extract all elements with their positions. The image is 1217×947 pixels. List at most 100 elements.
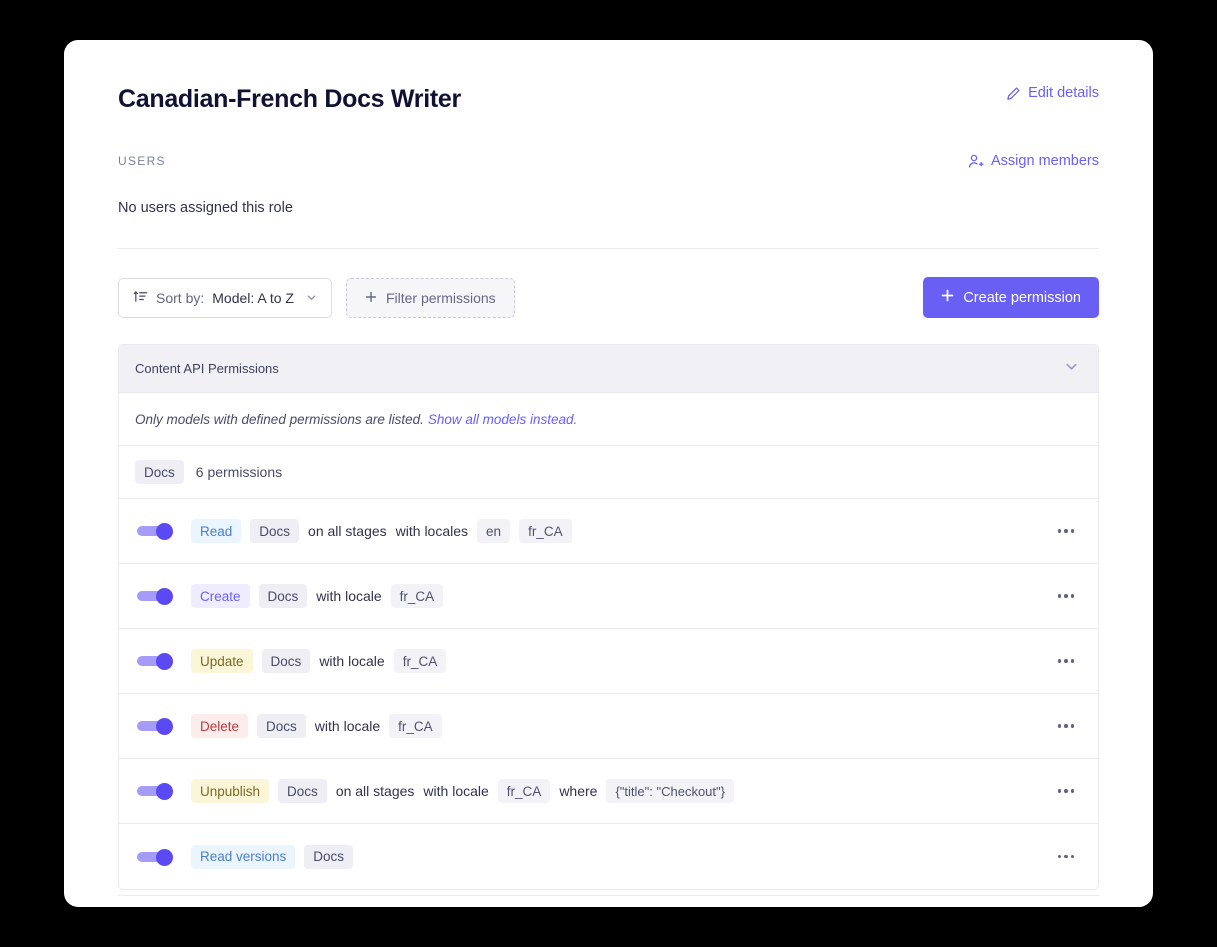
permission-connector-text: with locale — [423, 783, 489, 799]
card-content: Canadian-French Docs Writer Edit details… — [64, 40, 1153, 896]
permission-connector-text: where — [559, 783, 598, 799]
section-divider — [118, 248, 1099, 249]
row-menu-icon[interactable] — [1050, 841, 1082, 873]
permission-toggle[interactable] — [137, 523, 173, 540]
permission-toggle-cell — [119, 848, 191, 866]
role-detail-card: Canadian-French Docs Writer Edit details… — [64, 40, 1153, 907]
plus-icon — [365, 290, 377, 306]
permission-value-badge: fr_CA — [389, 714, 442, 738]
permissions-panel-title: Content API Permissions — [135, 361, 279, 376]
toggle-knob — [156, 783, 173, 800]
edit-details-label: Edit details — [1028, 85, 1099, 101]
create-permission-label: Create permission — [963, 289, 1081, 306]
permission-row: Update Docs with locale fr_CA — [119, 629, 1098, 694]
permission-connector-text: with locale — [316, 588, 382, 604]
permission-connector-text: with locale — [319, 653, 385, 669]
row-menu-icon[interactable] — [1050, 710, 1082, 742]
permission-description: Unpublish Docs on all stages with locale fr_… — [191, 779, 1050, 803]
assign-members-label: Assign members — [991, 153, 1099, 169]
assign-members-button[interactable]: Assign members — [968, 152, 1099, 170]
sort-by-prefix: Sort by: — [156, 289, 205, 306]
permission-row: Read versions Docs — [119, 824, 1098, 889]
permission-value-badge: en — [477, 519, 511, 543]
permission-toggle[interactable] — [137, 783, 173, 800]
permission-action-badge: Read — [191, 519, 242, 543]
permission-description: Update Docs with locale fr_CA — [191, 649, 1050, 673]
sort-by-value: Model: A to Z — [212, 289, 294, 306]
permission-action-badge: Update — [191, 649, 253, 673]
users-section-label: USERS — [118, 154, 166, 168]
permission-toggle-cell — [119, 653, 191, 670]
permission-toggle-cell — [119, 588, 191, 605]
toggle-knob — [156, 523, 173, 540]
permission-model-badge: Docs — [278, 779, 327, 803]
permission-model-badge: Docs — [250, 519, 300, 543]
show-all-models-link[interactable]: Show all models instead. — [428, 412, 577, 427]
permission-toggle-cell — [119, 523, 191, 540]
chevron-down-icon[interactable] — [1063, 358, 1080, 380]
toggle-knob — [156, 588, 173, 605]
sort-icon — [133, 289, 148, 307]
permission-rows-list: Read Docs on all stages with locales en fr_CA… — [119, 499, 1098, 889]
permission-row: Delete Docs with locale fr_CA — [119, 694, 1098, 759]
screen: Canadian-French Docs Writer Edit details… — [0, 0, 1217, 947]
permission-toggle[interactable] — [137, 588, 173, 605]
model-permission-count: 6 permissions — [195, 464, 283, 480]
permissions-note-text: Only models with defined permissions are… — [135, 411, 424, 427]
sort-by-select[interactable]: Sort by: Model: A to Z — [118, 277, 332, 318]
permission-toggle[interactable] — [137, 848, 173, 866]
permission-action-badge: Create — [191, 584, 250, 608]
permission-description: Delete Docs with locale fr_CA — [191, 714, 1050, 738]
users-empty-text: No users assigned this role — [118, 200, 293, 216]
model-summary-row: Docs 6 permissions — [119, 446, 1098, 499]
row-menu-icon[interactable] — [1050, 580, 1082, 612]
permission-row: Unpublish Docs on all stages with locale fr_… — [119, 759, 1098, 824]
permission-action-badge: Delete — [191, 714, 249, 738]
permission-value-badge: fr_CA — [390, 584, 444, 608]
bottom-divider — [118, 895, 1099, 896]
toggle-knob — [156, 653, 173, 670]
permission-toggle[interactable] — [137, 653, 173, 670]
user-plus-icon — [968, 153, 984, 169]
toggle-knob — [156, 718, 173, 735]
plus-icon — [941, 289, 954, 306]
permission-condition-badge: {"title": "Checkout"} — [606, 779, 734, 803]
permission-row: Read Docs on all stages with locales en fr_CA — [119, 499, 1098, 564]
permission-model-badge: Docs — [257, 714, 306, 738]
permission-row: Create Docs with locale fr_CA — [119, 564, 1098, 629]
row-menu-icon[interactable] — [1050, 775, 1082, 807]
permission-value-badge: fr_CA — [519, 519, 572, 543]
model-name-badge: Docs — [135, 460, 184, 484]
toggle-knob — [156, 848, 173, 866]
users-section-header: USERS Assign members — [118, 152, 1099, 170]
filter-permissions-label: Filter permissions — [385, 289, 496, 306]
permissions-toolbar: Sort by: Model: A to Z Filter permission… — [118, 277, 1099, 318]
permission-model-badge: Docs — [304, 844, 354, 869]
permission-toggle-cell — [119, 783, 191, 800]
pencil-icon — [1006, 86, 1021, 101]
permission-model-badge: Docs — [261, 649, 311, 673]
chevron-down-icon — [306, 290, 317, 306]
permission-description: Create Docs with locale fr_CA — [191, 584, 1050, 608]
page-header: Canadian-French Docs Writer Edit details — [118, 84, 1099, 114]
permission-toggle[interactable] — [137, 718, 173, 735]
permission-description: Read Docs on all stages with locales en fr_CA — [191, 519, 1050, 543]
permission-connector-text: on all stages — [308, 523, 387, 539]
permission-action-badge: Unpublish — [191, 779, 270, 803]
filter-permissions-button[interactable]: Filter permissions — [345, 277, 515, 318]
permission-value-badge: fr_CA — [393, 649, 447, 673]
permission-toggle-cell — [119, 718, 191, 735]
permission-connector-text: on all stages — [335, 783, 415, 799]
create-permission-button[interactable]: Create permission — [923, 277, 1099, 318]
permissions-panel-header[interactable]: Content API Permissions — [119, 345, 1098, 393]
permission-description: Read versions Docs — [191, 844, 1050, 869]
permission-action-badge: Read versions — [191, 844, 296, 869]
row-menu-icon[interactable] — [1050, 515, 1082, 547]
page-title: Canadian-French Docs Writer — [118, 85, 461, 113]
permission-value-badge: fr_CA — [497, 779, 551, 803]
edit-details-button[interactable]: Edit details — [1006, 84, 1099, 102]
permission-connector-text: with locale — [314, 718, 381, 734]
content-api-permissions-panel: Content API Permissions Only models with… — [118, 344, 1099, 890]
permission-model-badge: Docs — [258, 584, 308, 608]
row-menu-icon[interactable] — [1050, 645, 1082, 677]
